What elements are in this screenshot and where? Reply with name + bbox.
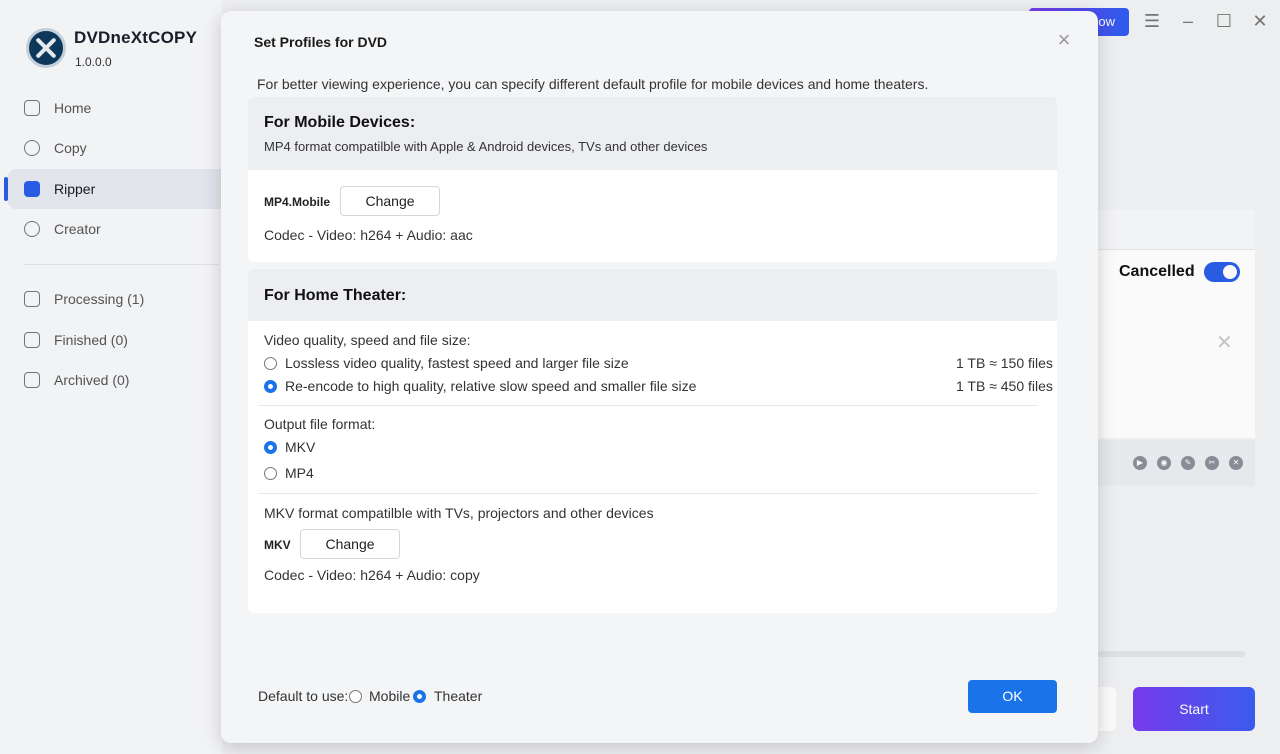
mobile-format-label: MP4.Mobile <box>264 195 331 209</box>
theater-format-label: MKV <box>264 538 291 552</box>
format-mkv-radio[interactable] <box>264 441 277 454</box>
default-to-use-label: Default to use: <box>258 688 349 704</box>
theater-codec: Codec - Video: h264 + Audio: copy <box>264 567 480 583</box>
format-mkv-label[interactable]: MKV <box>285 439 315 455</box>
quality-reencode-note: 1 TB ≈ 450 files <box>956 378 1053 394</box>
theater-change-button[interactable]: Change <box>300 529 400 559</box>
theater-section-header: For Home Theater: <box>248 269 1057 321</box>
dialog-intro: For better viewing experience, you can s… <box>257 76 929 92</box>
format-mp4-radio[interactable] <box>264 467 277 480</box>
quality-lossless-radio[interactable] <box>264 357 277 370</box>
mobile-codec: Codec - Video: h264 + Audio: aac <box>264 227 473 243</box>
mobile-section-header: For Mobile Devices: MP4 format compatilb… <box>248 97 1057 170</box>
quality-lossless-label[interactable]: Lossless video quality, fastest speed an… <box>285 355 629 371</box>
quality-reencode-label[interactable]: Re-encode to high quality, relative slow… <box>285 378 696 394</box>
format-description: MKV format compatilble with TVs, project… <box>264 505 654 521</box>
default-theater-radio[interactable] <box>413 690 426 703</box>
dialog-title: Set Profiles for DVD <box>254 34 388 50</box>
section-divider <box>258 493 1038 494</box>
format-heading: Output file format: <box>264 416 376 432</box>
quality-heading: Video quality, speed and file size: <box>264 332 471 348</box>
default-mobile-radio[interactable] <box>349 690 362 703</box>
theater-section-body: Video quality, speed and file size: Loss… <box>248 321 1057 613</box>
default-theater-label[interactable]: Theater <box>434 688 482 704</box>
mobile-section-subtitle: MP4 format compatilble with Apple & Andr… <box>264 139 708 154</box>
close-icon[interactable]: × <box>1054 29 1074 51</box>
ok-button[interactable]: OK <box>968 680 1057 713</box>
format-mp4-label[interactable]: MP4 <box>285 465 314 481</box>
quality-lossless-note: 1 TB ≈ 150 files <box>956 355 1053 371</box>
set-profiles-dialog: Set Profiles for DVD × For better viewin… <box>221 11 1098 743</box>
mobile-section-body: MP4.Mobile Change Codec - Video: h264 + … <box>248 170 1057 262</box>
mobile-section-title: For Mobile Devices: <box>264 114 416 131</box>
mobile-change-button[interactable]: Change <box>340 186 440 216</box>
quality-reencode-radio[interactable] <box>264 380 277 393</box>
default-mobile-label[interactable]: Mobile <box>369 688 410 704</box>
section-divider <box>258 405 1038 406</box>
theater-section-title: For Home Theater: <box>264 287 407 304</box>
